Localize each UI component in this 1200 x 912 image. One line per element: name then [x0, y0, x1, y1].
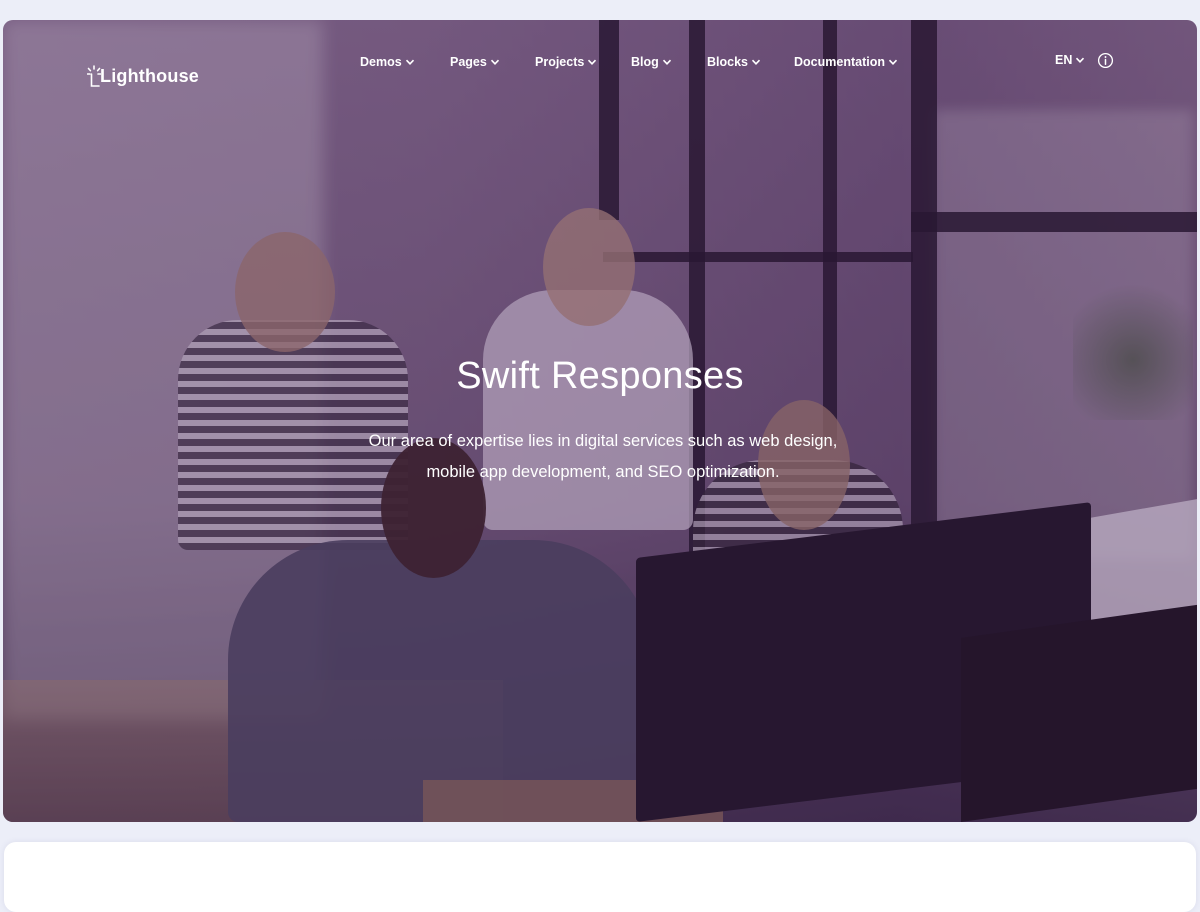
- nav-item-projects[interactable]: Projects: [535, 53, 631, 71]
- language-selector[interactable]: EN: [1055, 53, 1085, 67]
- lighthouse-icon: [87, 65, 101, 87]
- hero-title: Swift Responses: [456, 355, 744, 397]
- nav-item-label: Blocks: [707, 55, 748, 69]
- brand-name: Lighthouse: [100, 65, 199, 86]
- main-menu: Demos Pages Projects Blog Blocks Documen…: [360, 53, 898, 71]
- nav-item-blog[interactable]: Blog: [631, 53, 707, 71]
- chevron-down-icon: [490, 59, 499, 65]
- nav-item-blocks[interactable]: Blocks: [707, 53, 794, 71]
- chevron-down-icon: [662, 59, 671, 65]
- nav-item-demos[interactable]: Demos: [360, 53, 450, 71]
- nav-item-label: Pages: [450, 55, 487, 69]
- chevron-down-icon: [588, 59, 597, 65]
- nav-item-label: Projects: [535, 55, 585, 69]
- info-icon[interactable]: [1097, 52, 1114, 69]
- hero-description: Our area of expertise lies in digital se…: [368, 432, 838, 481]
- nav-item-label: Documentation: [794, 55, 885, 69]
- chevron-down-icon: [1076, 57, 1085, 63]
- hero-section: Lighthouse Demos Pages Projects Blog Blo…: [3, 20, 1197, 822]
- chevron-down-icon: [751, 59, 761, 65]
- content-card: [4, 842, 1196, 912]
- nav-item-documentation[interactable]: Documentation: [794, 53, 898, 71]
- language-label: EN: [1055, 53, 1073, 67]
- hero-background-image: [3, 20, 1197, 822]
- brand-logo[interactable]: Lighthouse: [87, 65, 199, 87]
- chevron-down-icon: [888, 59, 898, 65]
- nav-item-pages[interactable]: Pages: [450, 53, 535, 71]
- nav-item-label: Blog: [631, 55, 659, 69]
- nav-item-label: Demos: [360, 55, 402, 69]
- chevron-down-icon: [405, 59, 414, 65]
- main-navbar: Lighthouse Demos Pages Projects Blog Blo…: [3, 20, 1197, 102]
